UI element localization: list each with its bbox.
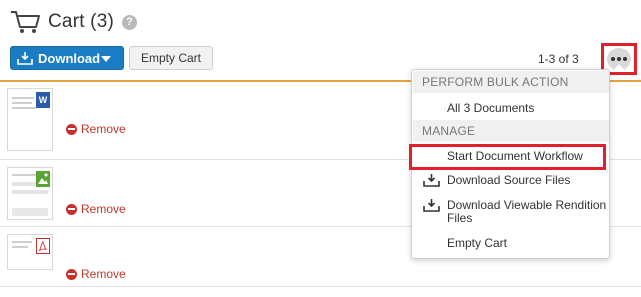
menu-item-download-viewable[interactable]: Download Viewable Rendition Files [447, 199, 612, 225]
thumb-line [12, 246, 28, 248]
thumb-line [12, 241, 32, 243]
page-title: Cart (3) [48, 11, 114, 32]
download-icon [17, 52, 33, 65]
remove-link[interactable]: Remove [66, 122, 126, 136]
page-header: Cart (3) ? [10, 8, 137, 36]
remove-icon [66, 123, 77, 135]
thumb-line [12, 174, 38, 176]
dot-icon [623, 57, 627, 61]
thumb-line [12, 107, 36, 109]
remove-label: Remove [81, 122, 126, 136]
empty-cart-button[interactable]: Empty Cart [129, 46, 213, 70]
remove-icon [66, 203, 77, 215]
menu-section-header: MANAGE [413, 120, 609, 142]
document-thumbnail[interactable]: W [7, 88, 53, 151]
dot-icon [611, 57, 615, 61]
word-file-icon: W [36, 92, 50, 108]
row-divider [0, 286, 641, 287]
document-thumbnail[interactable] [7, 234, 53, 270]
thumb-line [12, 97, 34, 99]
pagination-count: 1-3 of 3 [538, 52, 579, 66]
menu-section-header: PERFORM BULK ACTION [413, 71, 609, 93]
menu-item-empty-cart[interactable]: Empty Cart [447, 237, 507, 250]
remove-label: Remove [81, 202, 126, 216]
help-icon[interactable]: ? [122, 14, 137, 30]
image-file-icon [36, 171, 50, 187]
thumb-line [12, 102, 32, 104]
thumb-line [12, 208, 48, 216]
chevron-down-icon [101, 56, 111, 62]
menu-pointer-fill [613, 64, 625, 70]
dot-icon [617, 57, 621, 61]
download-icon [423, 174, 440, 187]
menu-item-download-source[interactable]: Download Source Files [447, 174, 570, 187]
workflow-highlight [409, 144, 606, 170]
cart-page: Cart (3) ? Download Empty Cart 1-3 of 3 … [0, 0, 641, 297]
menu-item-all-documents[interactable]: All 3 Documents [447, 102, 534, 115]
thumb-line [12, 190, 48, 194]
remove-icon [66, 268, 77, 280]
remove-link[interactable]: Remove [66, 202, 126, 216]
download-button[interactable]: Download [10, 46, 124, 70]
download-icon [423, 199, 440, 212]
document-thumbnail[interactable] [7, 167, 53, 220]
pdf-file-icon [36, 238, 50, 254]
download-button-label: Download [38, 50, 101, 66]
cart-icon [11, 11, 40, 33]
remove-label: Remove [81, 267, 126, 281]
remove-link[interactable]: Remove [66, 267, 126, 281]
